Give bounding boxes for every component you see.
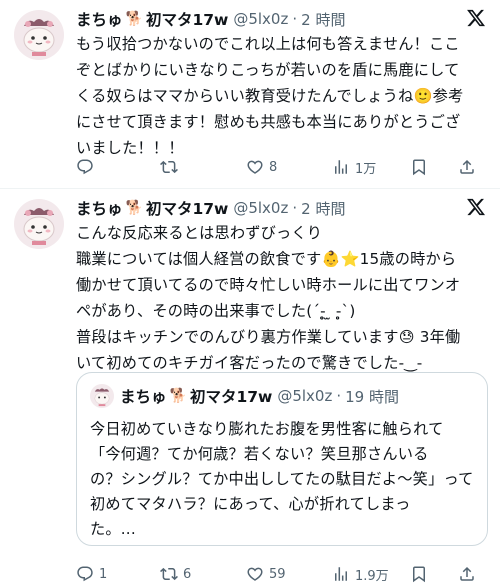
- views-button[interactable]: 1.9万: [332, 565, 389, 584]
- tweet-text-line: くる奴らはママからいい教育受けたんでしょうね🙂参考: [76, 87, 464, 105]
- quoted-text-line: 今日初めていきなり膨れたお腹を男性客に触られて: [90, 420, 444, 438]
- share-button[interactable]: [458, 158, 476, 176]
- reply-button[interactable]: 1: [76, 565, 107, 583]
- like-button[interactable]: 8: [246, 158, 277, 176]
- views-icon: [335, 567, 347, 581]
- quoted-avatar: [90, 384, 114, 408]
- share-button[interactable]: [458, 565, 476, 583]
- views-count: 1万: [355, 161, 377, 177]
- avatar-image-icon: [14, 10, 64, 60]
- reply-count: 1: [99, 566, 108, 582]
- avatar[interactable]: [14, 199, 64, 249]
- like-count: 8: [269, 159, 278, 175]
- tweet-header: まちゅ 🐕 初マタ17w @5lx0z · 2 時間: [76, 197, 345, 219]
- tweet-text: もう収拾つかないのでこれ以上は何も答えません！ここ ぞとばかりにいきなりこっちが若…: [76, 31, 488, 161]
- tweet-text-line: にさせて頂きます！慰めも共感も本当にありがとうござ: [76, 113, 461, 131]
- retweet-button[interactable]: [160, 158, 183, 176]
- author-name-suffix[interactable]: 初マタ17w: [146, 8, 228, 30]
- quoted-text-line: の？シングル？てか中出ししてたの駄目だよ〜笑」って: [90, 470, 474, 488]
- timestamp[interactable]: 2 時間: [301, 9, 345, 30]
- views-button[interactable]: 1万: [332, 158, 376, 177]
- retweet-count: 6: [183, 566, 192, 582]
- tweet[interactable]: まちゅ 🐕 初マタ17w @5lx0z · 2 時間 こんな反応来るとは思わずび…: [0, 189, 500, 587]
- quoted-tweet-text: 今日初めていきなり膨れたお腹を男性客に触られて 「今何週？てか何歳？若くない？笑旦…: [90, 417, 482, 542]
- retweet-icon: [160, 567, 178, 581]
- quoted-text-line: 「今何週？てか何歳？若くない？笑旦那さんいる: [90, 445, 429, 463]
- tweet-text-line: 働かせて頂いてるので時々忙しい時ホールに出てワンオ: [76, 276, 461, 294]
- x-logo-icon: [467, 9, 486, 27]
- quoted-tweet-header: まちゅ 🐕 初マタ17w @5lx0z · 19 時間: [90, 384, 399, 408]
- like-button[interactable]: 59: [246, 565, 286, 583]
- reply-button[interactable]: [76, 158, 99, 176]
- heart-icon: [247, 160, 263, 174]
- quoted-tweet[interactable]: まちゅ 🐕 初マタ17w @5lx0z · 19 時間 今日初めていきなり膨れた…: [76, 372, 488, 546]
- author-name[interactable]: まちゅ: [76, 8, 123, 30]
- tweet-header: まちゅ 🐕 初マタ17w @5lx0z · 2 時間: [76, 8, 345, 30]
- author-handle[interactable]: @5lx0z: [233, 10, 288, 28]
- tweet-actions: 8 1万: [76, 156, 488, 178]
- dog-emoji-icon: 🐕: [169, 388, 187, 404]
- quoted-author-handle: @5lx0z: [277, 387, 333, 405]
- retweet-button[interactable]: 6: [160, 565, 191, 583]
- tweet-text-line: ぞとばかりにいきなりこっちが若いのを盾に馬鹿にして: [76, 61, 460, 79]
- reply-icon: [77, 159, 93, 175]
- heart-icon: [247, 567, 263, 581]
- retweet-icon: [160, 160, 178, 174]
- reply-icon: [77, 566, 93, 582]
- views-icon: [335, 160, 347, 174]
- author-name-suffix[interactable]: 初マタ17w: [146, 197, 228, 219]
- quoted-text-line: た。...: [90, 520, 136, 538]
- dog-emoji-icon: 🐕: [125, 200, 143, 216]
- tweet[interactable]: まちゅ 🐕 初マタ17w @5lx0z · 2 時間 もう収拾つかないのでこれ以…: [0, 0, 500, 188]
- avatar-image-icon: [14, 199, 64, 249]
- tweet-text-line: こんな反応来るとは思わずびっくり: [76, 224, 323, 242]
- tweet-text-line: 職業については個人経営の飲食です👶⭐15歳の時から: [76, 250, 457, 268]
- share-icon: [460, 159, 474, 174]
- quoted-timestamp: 19 時間: [345, 387, 399, 406]
- separator: ·: [336, 387, 342, 405]
- separator: ·: [292, 10, 298, 28]
- timestamp[interactable]: 2 時間: [301, 198, 345, 219]
- separator: ·: [292, 199, 298, 217]
- x-logo-icon: [467, 198, 486, 216]
- bookmark-icon: [413, 566, 425, 583]
- tweet-actions: 1 6 59 1.9万: [76, 563, 488, 585]
- bookmark-icon: [413, 159, 425, 176]
- author-handle[interactable]: @5lx0z: [233, 199, 288, 217]
- tweet-text-line: もう収拾つかないのでこれ以上は何も答えません！ここ: [76, 35, 460, 53]
- bookmark-button[interactable]: [410, 565, 428, 583]
- quoted-author-name: まちゅ: [120, 388, 167, 406]
- avatar-image-icon: [90, 384, 114, 408]
- like-count: 59: [269, 566, 286, 582]
- quoted-author-name-suffix: 初マタ17w: [189, 388, 273, 406]
- avatar[interactable]: [14, 10, 64, 60]
- tweet-text-line: ペがあり、その時の出来事でした(´-̥̥̥ ̫ -̥̥̥`): [76, 302, 356, 320]
- dog-emoji-icon: 🐕: [125, 11, 143, 27]
- author-name[interactable]: まちゅ: [76, 197, 123, 219]
- bookmark-button[interactable]: [410, 158, 428, 176]
- tweet-text: こんな反応来るとは思わずびっくり職業については個人経営の飲食です👶⭐15歳の時か…: [76, 220, 488, 376]
- quoted-text-line: 初めてマタハラ？にあって、心が折れてしまっ: [90, 495, 411, 513]
- views-count: 1.9万: [355, 568, 389, 584]
- tweet-text-line: 普段はキッチンでのんびり裏方作業しています😓 3年働: [76, 328, 461, 346]
- share-icon: [460, 566, 474, 581]
